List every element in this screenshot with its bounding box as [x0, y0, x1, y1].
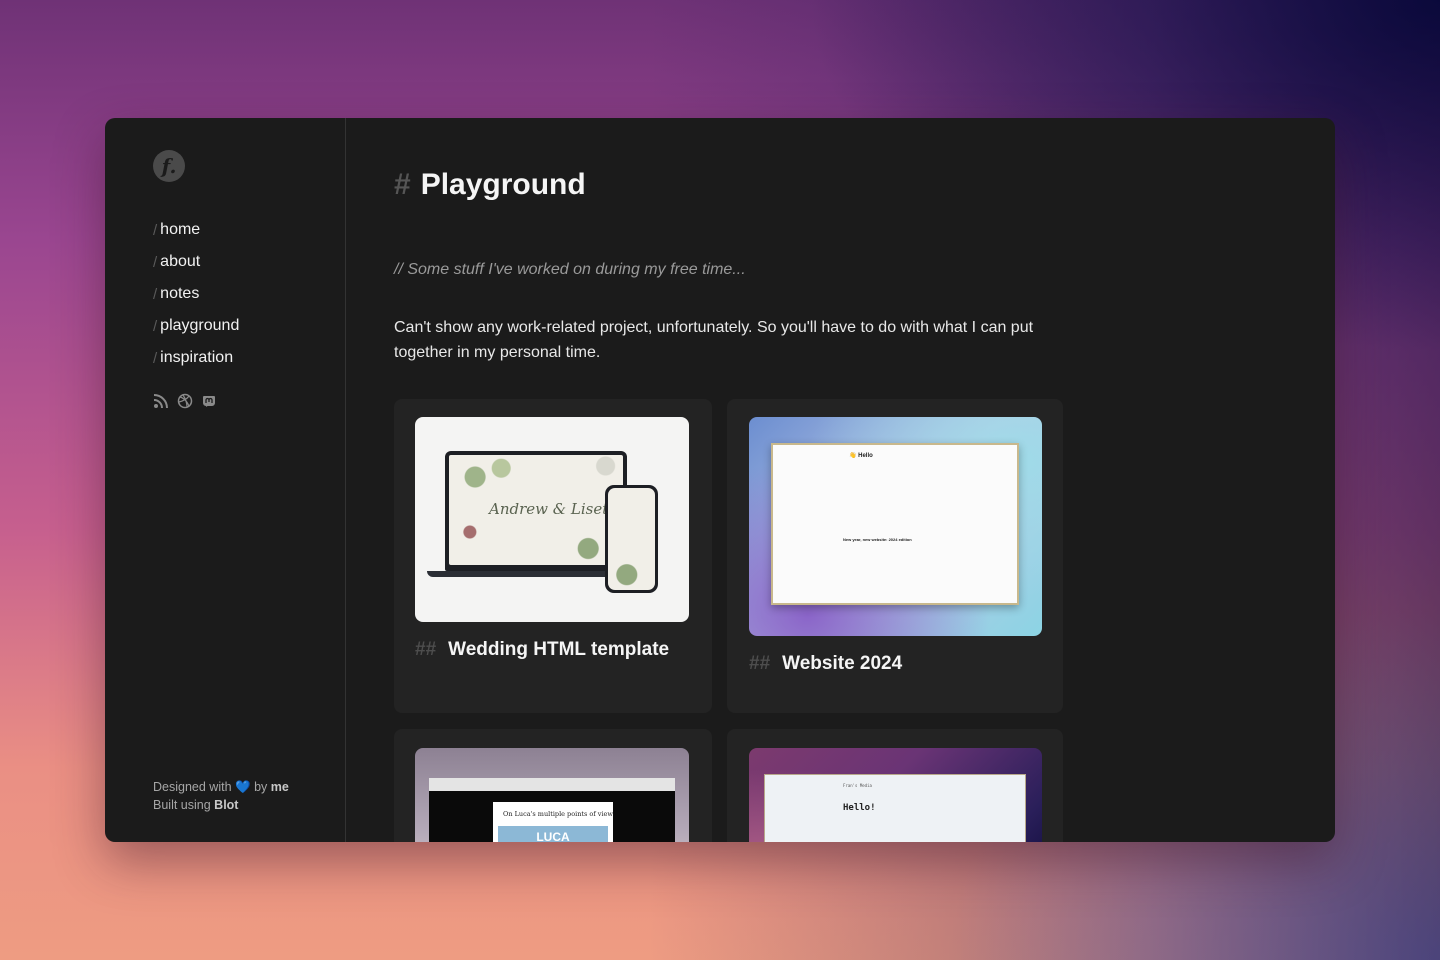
rss-icon[interactable]: [153, 393, 169, 409]
project-thumbnail: Fran's Media Hello!: [749, 748, 1042, 842]
nav-item-inspiration[interactable]: / inspiration: [153, 342, 239, 374]
intro-paragraph: Can't show any work-related project, unf…: [394, 319, 1034, 361]
nav-separator: /: [153, 285, 158, 303]
nav-label: inspiration: [160, 349, 234, 366]
sidebar-nav: / home / about / notes / playground / inspira…: [153, 214, 239, 374]
project-thumbnail: On Luca's multiple points of view LUCA: [415, 748, 689, 842]
heart-icon: 💙: [235, 780, 251, 794]
thumbnail-text: Hello!: [843, 803, 876, 813]
thumbnail-poster: LUCA: [498, 826, 608, 842]
thumbnail-text: On Luca's multiple points of view: [503, 810, 613, 818]
website-mockup: 👋 Hello New year, new website: 2024 edit…: [771, 443, 1019, 605]
nav-item-playground[interactable]: / playground: [153, 310, 239, 342]
author-link[interactable]: me: [271, 780, 289, 794]
project-title-text: Wedding HTML template: [448, 639, 670, 660]
nav-label: about: [160, 253, 201, 270]
laptop-mockup: Andrew & Liset: [445, 451, 627, 571]
page-title: # Playground: [394, 168, 586, 202]
project-card-hello[interactable]: Fran's Media Hello!: [727, 729, 1063, 842]
thumbnail-post-title: New year, new website: 2024 edition: [843, 537, 912, 542]
project-title: ## Website 2024: [749, 653, 902, 675]
project-card-wedding[interactable]: Andrew & Liset ## Wedding HTML template: [394, 399, 712, 713]
social-links: [153, 393, 217, 409]
mastodon-icon[interactable]: [201, 393, 217, 409]
dribbble-icon[interactable]: [177, 393, 193, 409]
nav-separator: /: [153, 221, 158, 239]
thumbnail-text: 👋 Hello: [849, 453, 873, 459]
nav-label: home: [160, 221, 201, 238]
built-using-line: Built using Blot: [153, 796, 289, 814]
heading-hash: #: [394, 168, 411, 201]
project-thumbnail: Andrew & Liset: [415, 417, 689, 622]
nav-item-about[interactable]: / about: [153, 246, 239, 278]
nav-separator: /: [153, 317, 158, 335]
sidebar-footer: Designed with 💙 by me Built using Blot: [153, 778, 289, 814]
page-subtitle: // Some stuff I've worked on during my f…: [394, 261, 746, 278]
designed-with-line: Designed with 💙 by me: [153, 778, 289, 796]
project-card-website-2024[interactable]: 👋 Hello New year, new website: 2024 edit…: [727, 399, 1063, 713]
nav-separator: /: [153, 349, 158, 367]
built-using-text: Built using: [153, 798, 211, 812]
project-title-text: Website 2024: [782, 653, 903, 674]
nav-label: notes: [160, 285, 200, 302]
project-title: ## Wedding HTML template: [415, 639, 669, 661]
nav-separator: /: [153, 253, 158, 271]
blot-link[interactable]: Blot: [214, 798, 238, 812]
nav-label: playground: [160, 317, 240, 334]
heading-hash: ##: [749, 653, 771, 674]
heading-hash: ##: [415, 639, 437, 660]
by-text: by: [254, 780, 268, 794]
sidebar: f. / home / about / notes / playground / insp…: [105, 118, 346, 842]
thumbnail-text: Andrew & Liset: [489, 500, 609, 518]
nav-item-notes[interactable]: / notes: [153, 278, 239, 310]
phone-mockup: [605, 485, 658, 593]
page-title-text: Playground: [420, 168, 586, 201]
project-card-luca[interactable]: On Luca's multiple points of view LUCA: [394, 729, 712, 842]
browser-window: f. / home / about / notes / playground / insp…: [105, 118, 1335, 842]
nav-item-home[interactable]: / home: [153, 214, 239, 246]
website-mockup: Fran's Media Hello!: [764, 774, 1026, 842]
site-logo[interactable]: f.: [153, 150, 185, 182]
designed-with-text: Designed with: [153, 780, 232, 794]
project-thumbnail: 👋 Hello New year, new website: 2024 edit…: [749, 417, 1042, 636]
browser-mockup: On Luca's multiple points of view LUCA: [429, 778, 675, 842]
thumbnail-brand: Fran's Media: [843, 783, 872, 788]
main-content: # Playground // Some stuff I've worked on…: [346, 118, 1335, 842]
